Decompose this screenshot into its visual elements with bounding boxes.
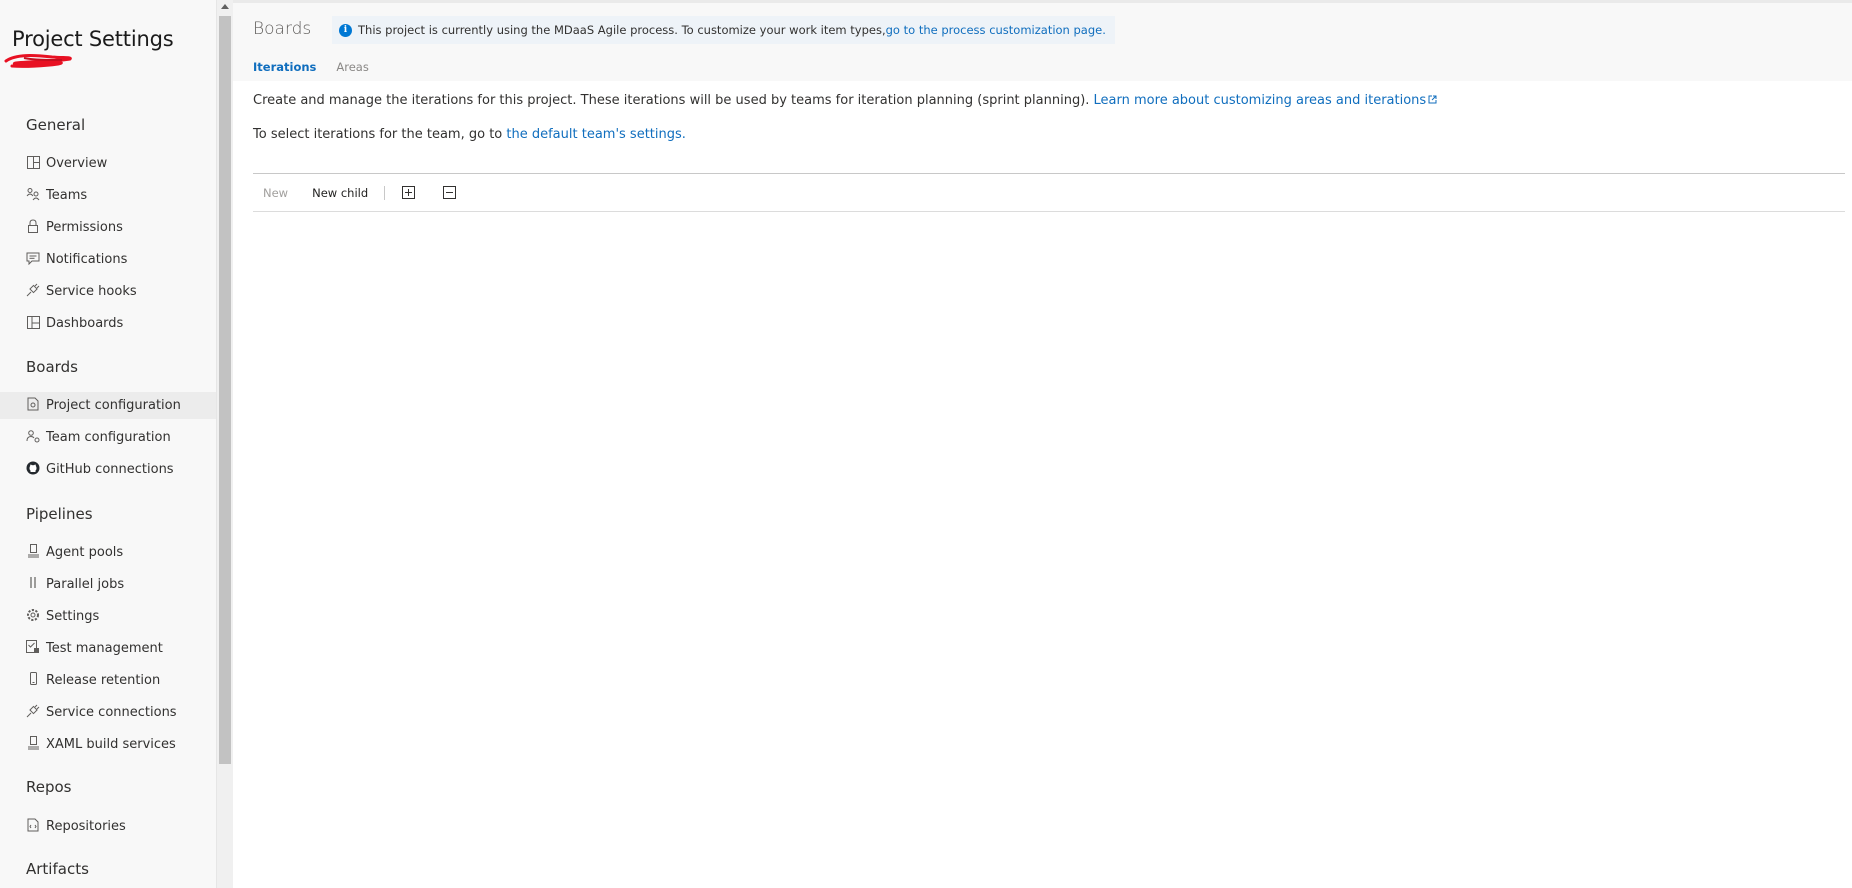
sidebar-item-overview[interactable]: Overview [0, 150, 216, 177]
sidebar-item-notifications[interactable]: Notifications [0, 246, 216, 273]
document-settings-icon [26, 397, 40, 411]
sidebar-item-label: Parallel jobs [46, 577, 125, 592]
sidebar-item-team-configuration[interactable]: Team configuration [0, 424, 216, 451]
gear-icon [26, 608, 40, 622]
toolbar-divider-bottom [253, 211, 1845, 212]
build-agent-icon [26, 736, 40, 750]
iterations-description: Create and manage the iterations for thi… [253, 93, 1437, 108]
collapse-all-icon[interactable] [442, 186, 456, 200]
plug-icon [26, 283, 40, 297]
sidebar-item-label: Repositories [46, 819, 126, 834]
sidebar-item-xaml-build-services[interactable]: XAML build services [0, 731, 216, 758]
toolbar-separator [384, 185, 386, 200]
info-icon: i [339, 23, 352, 37]
sidebar-item-teams[interactable]: Teams [0, 182, 216, 209]
lock-icon [26, 219, 40, 233]
sidebar-item-agent-pools[interactable]: Agent pools [0, 539, 216, 566]
sidebar-item-label: Release retention [46, 673, 161, 688]
teams-icon [26, 187, 40, 201]
tab-bar: Iterations Areas [253, 60, 389, 74]
sidebar-item-label: Test management [46, 641, 163, 656]
test-management-icon [26, 640, 40, 654]
new-child-button[interactable]: New child [312, 186, 368, 200]
chat-bubble-icon [26, 251, 40, 265]
header-band: Boards i This project is currently using… [233, 3, 1852, 81]
page-title: Boards [253, 19, 312, 39]
description-text: Create and manage the iterations for thi… [253, 93, 1094, 108]
phone-icon [26, 672, 40, 686]
sidebar-scrollbar[interactable] [216, 0, 233, 888]
redacted-organization-scribble [4, 54, 72, 68]
section-header-general: General [26, 116, 86, 134]
github-icon [26, 461, 40, 475]
plug-icon [26, 704, 40, 718]
agent-pool-icon [26, 544, 40, 558]
sidebar-item-label: Team configuration [46, 430, 171, 445]
info-message-text: This project is currently using the MDaa… [358, 23, 886, 37]
sidebar-item-label: Agent pools [46, 545, 124, 560]
sidebar-item-label: Service hooks [46, 284, 137, 299]
default-team-settings-link[interactable]: the default team's settings. [506, 127, 686, 142]
new-button[interactable]: New [263, 186, 288, 200]
team-settings-icon [26, 429, 40, 443]
main-content: Boards i This project is currently using… [233, 0, 1852, 888]
sidebar-item-label: Project configuration [46, 398, 181, 413]
process-customization-link[interactable]: go to the process customization page. [886, 23, 1106, 37]
overview-icon [26, 155, 40, 169]
sidebar-item-dashboards[interactable]: Dashboards [0, 310, 216, 337]
parallel-icon [26, 576, 40, 590]
sidebar-item-label: Dashboards [46, 316, 124, 331]
sidebar-item-label: Teams [46, 188, 88, 203]
sidebar-item-label: Service connections [46, 705, 177, 720]
iterations-toolbar: New New child [253, 174, 456, 211]
sidebar-item-release-retention[interactable]: Release retention [0, 667, 216, 694]
tab-iterations[interactable]: Iterations [253, 60, 316, 74]
sidebar-item-label: GitHub connections [46, 462, 174, 477]
sidebar-item-label: Overview [46, 156, 108, 171]
expand-all-icon[interactable] [401, 186, 415, 200]
sidebar-item-label: XAML build services [46, 737, 176, 752]
external-link-icon[interactable] [1428, 95, 1437, 104]
sidebar-item-label: Permissions [46, 220, 123, 235]
sidebar-item-service-hooks[interactable]: Service hooks [0, 278, 216, 305]
sidebar-item-github-connections[interactable]: GitHub connections [0, 456, 216, 483]
team-settings-text: To select iterations for the team, go to [253, 127, 507, 142]
team-settings-line: To select iterations for the team, go to… [253, 127, 686, 142]
sidebar: Project Settings General Overview Teams … [0, 0, 216, 888]
section-header-artifacts: Artifacts [26, 860, 89, 878]
scroll-up-arrow-icon[interactable] [221, 4, 229, 9]
sidebar-item-test-management[interactable]: Test management [0, 635, 216, 662]
section-header-boards: Boards [26, 358, 78, 376]
learn-more-link[interactable]: Learn more about customizing areas and i… [1094, 93, 1427, 108]
repository-icon [26, 818, 40, 832]
sidebar-item-settings[interactable]: Settings [0, 603, 216, 630]
tab-areas[interactable]: Areas [336, 60, 368, 74]
sidebar-title: Project Settings [12, 27, 174, 51]
scrollbar-thumb[interactable] [219, 16, 231, 764]
sidebar-item-permissions[interactable]: Permissions [0, 214, 216, 241]
section-header-pipelines: Pipelines [26, 505, 93, 523]
info-message-bar: i This project is currently using the MD… [332, 16, 1115, 44]
sidebar-item-service-connections[interactable]: Service connections [0, 699, 216, 726]
sidebar-item-repositories[interactable]: Repositories [0, 813, 216, 840]
sidebar-item-label: Notifications [46, 252, 128, 267]
section-header-repos: Repos [26, 778, 72, 796]
sidebar-item-project-configuration[interactable]: Project configuration [0, 392, 216, 419]
sidebar-item-label: Settings [46, 609, 100, 624]
sidebar-item-parallel-jobs[interactable]: Parallel jobs [0, 571, 216, 598]
toolbar-divider-top [253, 173, 1845, 174]
dashboard-icon [26, 315, 40, 329]
